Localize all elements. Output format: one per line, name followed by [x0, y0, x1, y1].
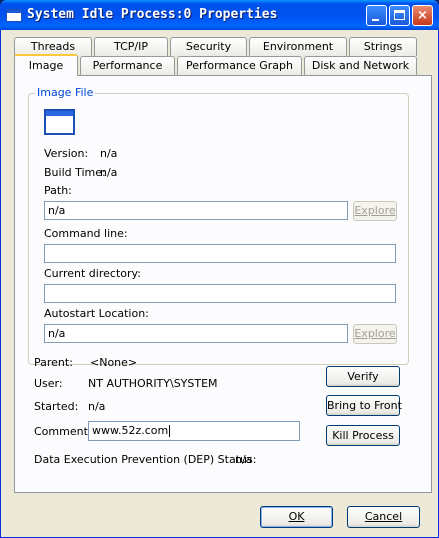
- path-field[interactable]: n/a: [44, 201, 348, 220]
- cancel-button-label: Cancel: [364, 510, 403, 523]
- autostart-location-field[interactable]: n/a: [44, 324, 348, 343]
- user-label: User:: [34, 377, 63, 390]
- verify-button-label: Verify: [347, 370, 379, 383]
- parent-value: <None>: [90, 356, 138, 369]
- bring-to-front-button[interactable]: Bring to Front: [326, 395, 402, 416]
- verify-button[interactable]: Verify: [326, 366, 400, 387]
- properties-window: System Idle Process:0 Properties × Threa…: [0, 0, 439, 538]
- comment-field[interactable]: www.52z.com: [88, 421, 300, 441]
- started-label: Started:: [34, 400, 79, 413]
- image-tab-panel: Image File Version: n/a Build Time: n/a …: [14, 75, 432, 493]
- tab-image[interactable]: Image: [14, 54, 78, 76]
- build-time-value: n/a: [100, 166, 118, 179]
- user-value: NT AUTHORITY\SYSTEM: [88, 377, 218, 390]
- maximize-icon: [394, 10, 405, 20]
- application-window-icon: [44, 109, 75, 135]
- title-bar[interactable]: System Idle Process:0 Properties ×: [0, 0, 439, 30]
- window-title: System Idle Process:0 Properties: [27, 7, 278, 22]
- tab-disk-and-network[interactable]: Disk and Network: [304, 56, 417, 75]
- kill-process-button[interactable]: Kill Process: [326, 425, 400, 446]
- window-icon: [6, 9, 22, 22]
- image-file-group: Image File Version: n/a Build Time: n/a …: [28, 86, 409, 365]
- tab-strings[interactable]: Strings: [349, 37, 417, 56]
- minimize-icon: [372, 19, 379, 21]
- tab-performance-graph[interactable]: Performance Graph: [177, 56, 302, 75]
- maximize-button[interactable]: [389, 5, 410, 26]
- version-value: n/a: [100, 147, 118, 160]
- tab-security[interactable]: Security: [170, 37, 247, 56]
- explore-path-button[interactable]: Explore: [353, 201, 397, 221]
- kill-process-button-label: Kill Process: [332, 429, 394, 442]
- image-file-group-title: Image File: [35, 86, 96, 99]
- text-caret: [169, 425, 171, 437]
- current-directory-field[interactable]: [44, 284, 396, 303]
- parent-label: Parent:: [34, 356, 73, 369]
- explore-autostart-button-label: Explore: [354, 327, 396, 340]
- path-label: Path:: [44, 184, 72, 197]
- started-value: n/a: [88, 400, 106, 413]
- ok-button-label: OK: [288, 510, 305, 523]
- autostart-location-label: Autostart Location:: [44, 307, 149, 320]
- dep-status-value: n/a: [235, 453, 253, 466]
- explore-autostart-button[interactable]: Explore: [353, 324, 397, 344]
- command-line-field[interactable]: [44, 244, 396, 263]
- dialog-body: Threads TCP/IP Security Environment Stri…: [4, 30, 435, 534]
- bring-to-front-button-label: Bring to Front: [327, 399, 402, 412]
- close-icon: ×: [417, 8, 428, 23]
- version-label: Version:: [44, 147, 89, 160]
- build-time-label: Build Time:: [44, 166, 106, 179]
- comment-text: www.52z.com: [92, 424, 169, 437]
- command-line-label: Command line:: [44, 227, 128, 240]
- tab-tcpip[interactable]: TCP/IP: [94, 37, 168, 56]
- ok-button[interactable]: OK: [260, 506, 333, 528]
- dep-status-label: Data Execution Prevention (DEP) Status:: [34, 453, 257, 466]
- current-directory-label: Current directory:: [44, 267, 141, 280]
- tab-environment[interactable]: Environment: [249, 37, 347, 56]
- explore-path-button-label: Explore: [354, 204, 396, 217]
- cancel-button[interactable]: Cancel: [347, 506, 420, 528]
- tab-performance[interactable]: Performance: [80, 56, 175, 75]
- minimize-button[interactable]: [366, 5, 387, 26]
- close-button[interactable]: ×: [412, 5, 433, 26]
- comment-label: Comment:: [34, 425, 92, 438]
